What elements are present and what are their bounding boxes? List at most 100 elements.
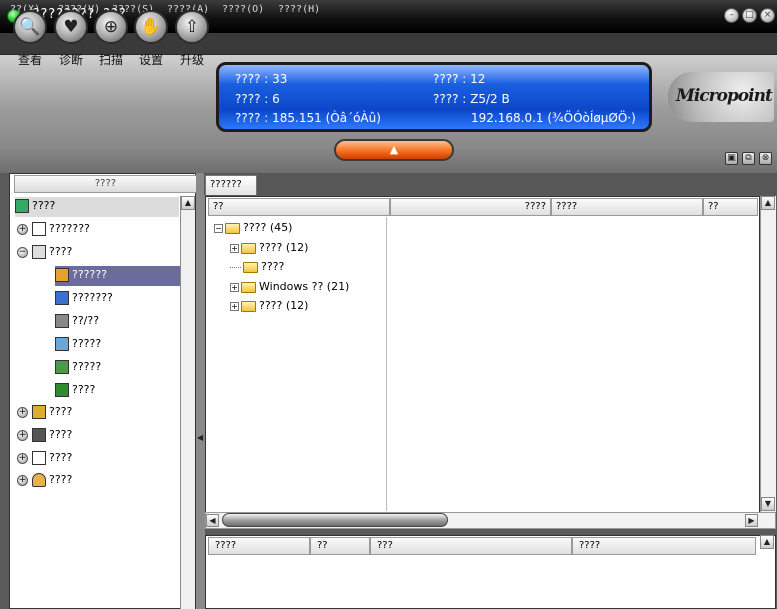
tree-item-label: ?????? bbox=[72, 268, 108, 281]
tree-item-label: ???? bbox=[72, 383, 96, 396]
tree-item-startup[interactable]: ??????? bbox=[55, 289, 113, 309]
folder-open-icon bbox=[225, 222, 240, 234]
bottom-column-4[interactable]: ???? bbox=[572, 537, 756, 555]
tree-root-label: ???? bbox=[32, 199, 56, 212]
folder-root[interactable]: − ???? (45) bbox=[214, 220, 292, 236]
folder-icon bbox=[241, 242, 256, 254]
status-right-1: ???? : 12 bbox=[433, 72, 486, 86]
network2-icon bbox=[55, 360, 69, 374]
bottom-column-3[interactable]: ??? bbox=[370, 537, 572, 555]
tree-item-label: ???? bbox=[49, 451, 73, 464]
tree-item-label: ???? bbox=[49, 473, 73, 486]
scan-icon: ⊕ bbox=[94, 10, 128, 44]
collapse-toolbar-button[interactable]: ▲ bbox=[334, 139, 454, 161]
scroll-left-icon[interactable]: ◀ bbox=[206, 514, 219, 527]
tree-item-label: ??????? bbox=[49, 222, 90, 235]
restore-panel-icon[interactable]: ⧉ bbox=[742, 152, 755, 165]
folder-icon bbox=[241, 300, 256, 312]
expand-icon[interactable]: + bbox=[17, 452, 28, 464]
folder-item[interactable]: ???? bbox=[230, 259, 284, 275]
scan-button[interactable]: ⊕ 扫描 bbox=[91, 6, 131, 76]
scroll-right-icon[interactable]: ▶ bbox=[745, 514, 758, 527]
edit-icon bbox=[55, 291, 69, 305]
scan-label: 扫描 bbox=[98, 53, 123, 67]
tree-item-network2[interactable]: ????? bbox=[55, 358, 101, 378]
view-label: 查看 bbox=[17, 53, 42, 67]
tree-item-label: ???? bbox=[49, 405, 73, 418]
tree-item-label: ??/?? bbox=[72, 314, 100, 327]
disk-icon bbox=[32, 428, 46, 442]
folder-label: Windows ?? (21) bbox=[259, 280, 350, 293]
expand-icon[interactable]: + bbox=[17, 223, 28, 235]
network-icon bbox=[55, 337, 69, 351]
folder-label: ???? bbox=[261, 260, 285, 273]
folder-item[interactable]: + Windows ?? (21) bbox=[230, 279, 349, 295]
column-header-name[interactable]: ?? bbox=[208, 198, 390, 216]
heart-icon: ♥ bbox=[54, 10, 88, 44]
minimize-button[interactable]: – bbox=[724, 8, 739, 23]
column-header-2[interactable]: ???? bbox=[390, 198, 551, 216]
collapse-icon[interactable]: − bbox=[17, 246, 28, 258]
menu-help[interactable]: ????(H) bbox=[278, 4, 320, 15]
view-button[interactable]: 🔍 查看 bbox=[10, 6, 50, 76]
upgrade-icon: ⇧ bbox=[175, 10, 209, 44]
scroll-up-icon[interactable]: ▲ bbox=[761, 196, 775, 210]
folder-icon bbox=[243, 261, 258, 273]
tree-item-disk[interactable]: +???? bbox=[17, 426, 72, 446]
tree-item-label: ????? bbox=[72, 337, 102, 350]
tree-item-users[interactable]: +???? bbox=[17, 471, 72, 491]
column-header-4[interactable]: ?? bbox=[703, 198, 758, 216]
chip-icon bbox=[55, 383, 69, 397]
tree-item-modules[interactable]: +???? bbox=[17, 403, 72, 423]
brand-logo: Micropoint bbox=[668, 72, 774, 122]
tree-item-network[interactable]: ????? bbox=[55, 335, 101, 355]
splitter-arrow-icon: ◀ bbox=[197, 433, 204, 442]
upgrade-button[interactable]: ⇧ 升级 bbox=[172, 6, 212, 76]
pane-splitter[interactable]: ◀ bbox=[196, 173, 205, 609]
tree-item-security[interactable]: +??????? bbox=[17, 220, 90, 240]
expand-icon[interactable]: + bbox=[17, 406, 28, 418]
menu-options[interactable]: ????(O) bbox=[222, 4, 264, 15]
tree-item-driver[interactable]: ???? bbox=[55, 381, 95, 401]
status-panel: ???? : 33 ???? : 6 ???? : 185.151 (Òâ´óÀ… bbox=[216, 62, 652, 132]
column-header-3[interactable]: ???? bbox=[551, 198, 703, 216]
expand-icon[interactable]: + bbox=[17, 429, 28, 441]
tree-item-io[interactable]: ??/?? bbox=[55, 312, 99, 332]
tab-overview[interactable]: ?????? bbox=[205, 175, 257, 195]
process-icon bbox=[55, 268, 69, 282]
tree-item-system[interactable]: −???? bbox=[17, 243, 72, 263]
tree-item-process[interactable]: ?????? bbox=[55, 266, 180, 286]
close-panel-icon[interactable]: ⊗ bbox=[759, 152, 772, 165]
expand-icon[interactable]: + bbox=[17, 474, 28, 486]
folder-item[interactable]: + ???? (12) bbox=[230, 240, 308, 256]
status-left-1: ???? : 33 bbox=[235, 72, 288, 86]
diagnose-button[interactable]: ♥ 诊断 bbox=[51, 6, 91, 76]
navigation-header: ???? bbox=[14, 175, 197, 193]
maximize-button[interactable]: □ bbox=[742, 8, 757, 23]
files-icon bbox=[32, 451, 46, 465]
horizontal-scroll-thumb[interactable] bbox=[222, 513, 448, 527]
tree-item-label: ???? bbox=[49, 245, 73, 258]
upgrade-label: 升级 bbox=[179, 53, 204, 67]
expand-icon[interactable]: + bbox=[230, 301, 239, 311]
status-right-3: 192.168.0.1 (¾ÖÓòÍøµØÖ·) bbox=[471, 111, 636, 125]
grid-vertical-scrollbar[interactable]: ▲ ▼ bbox=[760, 196, 776, 514]
tree-item-files[interactable]: +???? bbox=[17, 449, 72, 469]
bottom-column-1[interactable]: ???? bbox=[208, 537, 310, 555]
bottom-scroll-up-icon[interactable]: ▲ bbox=[760, 535, 774, 549]
folder-icon bbox=[241, 281, 256, 293]
scroll-up-icon[interactable]: ▲ bbox=[181, 196, 195, 210]
bottom-column-2[interactable]: ?? bbox=[310, 537, 370, 555]
tree-root-item[interactable]: ???? bbox=[15, 197, 179, 217]
computer-icon bbox=[15, 199, 29, 213]
tree-connector bbox=[230, 266, 241, 268]
left-scrollbar[interactable]: ▲ bbox=[180, 196, 195, 609]
settings-button[interactable]: ✋ 设置 bbox=[131, 6, 171, 76]
close-button[interactable]: × bbox=[760, 8, 775, 23]
layout-icon[interactable]: ▣ bbox=[725, 152, 738, 165]
scroll-down-icon[interactable]: ▼ bbox=[761, 497, 775, 511]
expand-icon[interactable]: + bbox=[230, 282, 239, 292]
collapse-icon[interactable]: − bbox=[214, 223, 223, 233]
expand-icon[interactable]: + bbox=[230, 243, 239, 253]
folder-item[interactable]: + ???? (12) bbox=[230, 298, 308, 314]
